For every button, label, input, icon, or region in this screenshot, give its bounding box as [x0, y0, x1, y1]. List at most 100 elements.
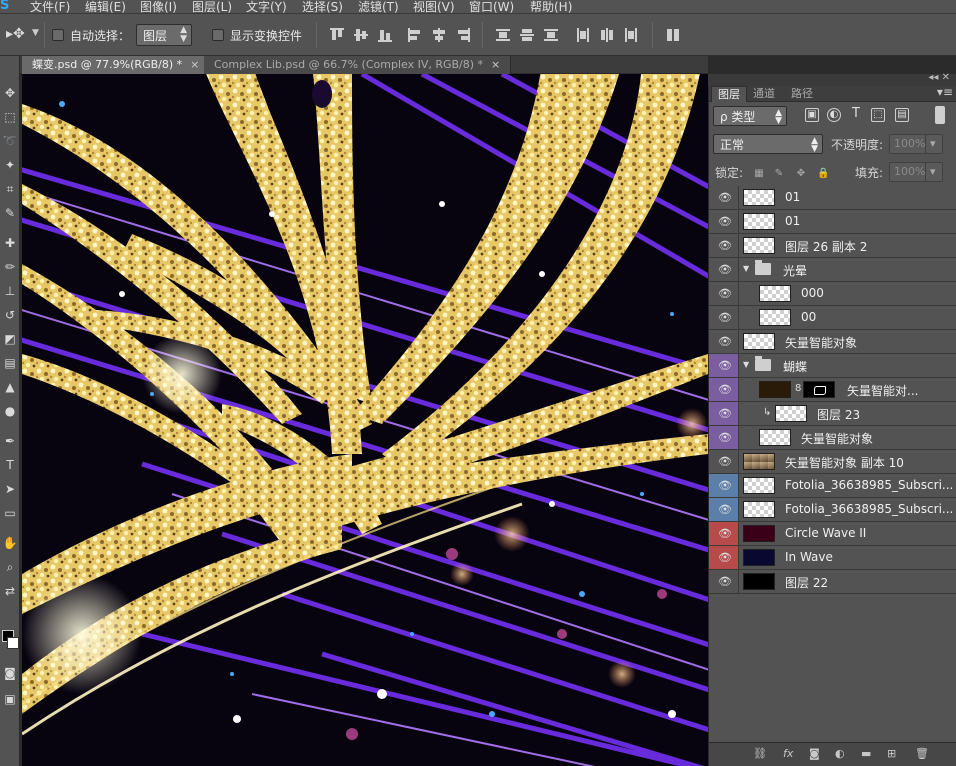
- eye-icon[interactable]: 👁: [718, 527, 732, 540]
- new-layer-icon[interactable]: ⊞: [887, 747, 896, 760]
- lock-transparent-icon[interactable]: ▦: [753, 168, 765, 180]
- eye-icon[interactable]: 👁: [718, 383, 732, 396]
- layer-name[interactable]: 000: [801, 286, 824, 300]
- eye-icon[interactable]: 👁: [718, 215, 732, 228]
- layer-name[interactable]: Fotolia_36638985_Subscri...: [785, 502, 953, 516]
- menu-edit[interactable]: 编辑(E): [85, 0, 126, 15]
- auto-select-dropdown[interactable]: 图层 ▲ ▼: [136, 24, 192, 46]
- layer-name[interactable]: 蝴蝶: [783, 358, 807, 375]
- layer-row[interactable]: 👁 In Wave: [709, 546, 956, 570]
- layer-row[interactable]: 👁 图层 22: [709, 570, 956, 594]
- path-select-icon[interactable]: ➤: [0, 478, 20, 500]
- lock-position-icon[interactable]: ✥: [795, 168, 807, 180]
- eye-icon[interactable]: 👁: [718, 431, 732, 444]
- lock-pixels-icon[interactable]: ✎: [773, 168, 785, 180]
- menu-image[interactable]: 图像(I): [140, 0, 177, 15]
- layer-name[interactable]: 00: [801, 310, 816, 324]
- tab-paths[interactable]: 路径: [785, 86, 819, 102]
- chevron-down-icon[interactable]: ▼: [32, 28, 39, 38]
- close-icon[interactable]: ×: [491, 58, 500, 71]
- eye-icon[interactable]: 👁: [718, 479, 732, 492]
- distribute-vcenter-icon[interactable]: [518, 26, 536, 44]
- eye-icon[interactable]: 👁: [718, 503, 732, 516]
- distribute-bottom-icon[interactable]: [542, 26, 560, 44]
- menu-select[interactable]: 选择(S): [302, 0, 343, 15]
- eye-icon[interactable]: 👁: [718, 359, 732, 372]
- zoom-tool-icon[interactable]: ⌕: [0, 556, 20, 578]
- pen-tool-icon[interactable]: ✒: [0, 430, 20, 452]
- filter-adjustment-icon[interactable]: ◐: [827, 108, 841, 122]
- visibility-cell[interactable]: 👁: [709, 306, 739, 329]
- auto-align-icon[interactable]: [664, 26, 682, 44]
- layer-row[interactable]: 👁 000: [709, 282, 956, 306]
- type-tool-icon[interactable]: T: [0, 454, 20, 476]
- dodge-tool-icon[interactable]: ●: [0, 400, 20, 422]
- eye-icon[interactable]: 👁: [718, 191, 732, 204]
- visibility-cell[interactable]: 👁: [709, 474, 739, 497]
- distribute-right-icon[interactable]: [622, 26, 640, 44]
- layer-thumbnail[interactable]: [743, 501, 775, 518]
- expand-arrow-icon[interactable]: ▼: [743, 264, 749, 273]
- layer-row[interactable]: 👁 Circle Wave II: [709, 522, 956, 546]
- blur-tool-icon[interactable]: ▲: [0, 376, 20, 398]
- layer-name[interactable]: 光晕: [783, 262, 807, 279]
- blend-mode-dropdown[interactable]: 正常 ▲ ▼: [713, 134, 823, 154]
- align-hcenter-icon[interactable]: [430, 26, 448, 44]
- eyedropper-icon[interactable]: ✎: [0, 202, 20, 224]
- visibility-cell[interactable]: 👁: [709, 210, 739, 233]
- move-tool-icon[interactable]: ✥: [0, 82, 20, 104]
- tab-channels[interactable]: 通道: [747, 86, 781, 102]
- mask-icon[interactable]: ◙: [809, 747, 820, 760]
- menu-help[interactable]: 帮助(H): [530, 0, 572, 15]
- align-top-icon[interactable]: [328, 26, 346, 44]
- layer-row[interactable]: 👁 00: [709, 306, 956, 330]
- screen-mode-icon[interactable]: ▣: [0, 688, 20, 710]
- eye-icon[interactable]: 👁: [718, 287, 732, 300]
- align-bottom-icon[interactable]: [376, 26, 394, 44]
- adjustment-icon[interactable]: ◐: [835, 747, 845, 760]
- tab-layers[interactable]: 图层: [711, 86, 747, 102]
- visibility-cell[interactable]: 👁: [709, 258, 739, 281]
- distribute-hcenter-icon[interactable]: [598, 26, 616, 44]
- layer-thumbnail[interactable]: [743, 573, 775, 590]
- visibility-cell[interactable]: 👁: [709, 234, 739, 257]
- eye-icon[interactable]: 👁: [718, 407, 732, 420]
- hand-tool-icon[interactable]: ✋: [0, 532, 20, 554]
- layer-row[interactable]: 👁 Fotolia_36638985_Subscri...: [709, 474, 956, 498]
- filter-smart-object-icon[interactable]: ▤: [895, 108, 909, 122]
- menu-layer[interactable]: 图层(L): [192, 0, 232, 15]
- marquee-tool-icon[interactable]: ⬚: [0, 106, 20, 128]
- eye-icon[interactable]: 👁: [718, 263, 732, 276]
- expand-arrow-icon[interactable]: ▼: [743, 360, 749, 369]
- quick-mask-icon[interactable]: ◙: [0, 662, 20, 684]
- visibility-cell[interactable]: 👁: [709, 426, 739, 449]
- layer-group-row[interactable]: 👁 ▼ 光晕: [709, 258, 956, 282]
- fill-dropdown-icon[interactable]: ▾: [925, 162, 943, 182]
- align-right-icon[interactable]: [454, 26, 472, 44]
- mask-thumbnail[interactable]: [803, 381, 835, 398]
- layer-row[interactable]: 👁 矢量智能对象 副本 10: [709, 450, 956, 474]
- layer-row[interactable]: 👁 8 矢量智能对...: [709, 378, 956, 402]
- visibility-cell[interactable]: 👁: [709, 354, 739, 377]
- lasso-tool-icon[interactable]: ➰: [0, 130, 20, 152]
- show-transform-checkbox[interactable]: [212, 29, 224, 41]
- lock-all-icon[interactable]: 🔒: [817, 168, 829, 180]
- visibility-cell[interactable]: 👁: [709, 402, 739, 425]
- layer-thumbnail[interactable]: [743, 213, 775, 230]
- eye-icon[interactable]: 👁: [718, 239, 732, 252]
- auto-select-checkbox[interactable]: [52, 29, 64, 41]
- layer-name[interactable]: 01: [785, 214, 800, 228]
- layer-thumbnail[interactable]: [743, 525, 775, 542]
- layer-name[interactable]: Fotolia_36638985_Subscri...: [785, 478, 953, 492]
- healing-brush-icon[interactable]: ✚: [0, 232, 20, 254]
- align-vcenter-icon[interactable]: [352, 26, 370, 44]
- swap-colors-icon[interactable]: ⇄: [0, 580, 20, 602]
- history-brush-icon[interactable]: ↺: [0, 304, 20, 326]
- link-icon[interactable]: ⛓: [753, 747, 767, 760]
- document-canvas[interactable]: [22, 74, 708, 766]
- layer-name[interactable]: 矢量智能对象: [801, 430, 873, 447]
- trash-icon[interactable]: 🗑: [915, 747, 929, 760]
- layer-name[interactable]: 矢量智能对象 副本 10: [785, 454, 904, 471]
- visibility-cell[interactable]: 👁: [709, 522, 739, 545]
- layer-thumbnail[interactable]: [743, 237, 775, 254]
